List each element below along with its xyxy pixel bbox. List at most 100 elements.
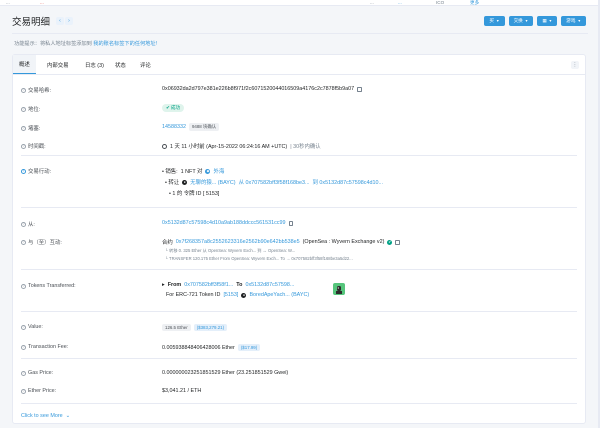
copy-icon[interactable] — [395, 239, 400, 245]
feature-tip-text: 将私人地址标签添加到 — [39, 41, 92, 47]
to-address-link[interactable]: 到 0x5132d87c57598c4d10... — [313, 178, 383, 186]
contract-name: (OpenSea : Wyvern Exchange v2) — [302, 239, 385, 245]
tab-label: 内部交易 — [47, 62, 69, 69]
header-buttons: 买 ▼ 交换 ▼ ▦ ▼ 游戏 ▼ — [484, 16, 586, 26]
topbar-fragment[interactable]: ... — [40, 0, 44, 5]
tokens-line-1: ▸ From 0x707582bff3f58f1... To 0x5132d87c575… — [162, 282, 294, 288]
topbar-fragment[interactable]: 更多 — [470, 0, 479, 5]
feature-tip-link[interactable]: 我的账名标签下的任何地址! — [93, 41, 157, 47]
internal-transfer-2: └ TRANSFER 120.175 Ether From OpenSea: W… — [165, 256, 353, 261]
token-link[interactable]: 无聊的猿... (BAYC) — [190, 178, 235, 186]
see-more-link[interactable]: Click to see More ⌄ — [21, 413, 70, 419]
ape-image-icon — [333, 283, 345, 295]
topbar-fragment[interactable]: ... — [398, 0, 402, 5]
action-sale-qty: 1 NFT 对 — [180, 169, 203, 175]
topbar-fragment[interactable]: ... — [6, 0, 10, 5]
status-label-row: ? 地位: — [21, 105, 40, 113]
help-icon[interactable]: ? — [21, 239, 26, 245]
marketplace-link[interactable]: 外海 — [213, 167, 224, 175]
next-tx-icon[interactable]: › — [65, 17, 74, 25]
page-title: 交易明细 — [12, 17, 51, 28]
section-divider — [21, 269, 577, 270]
help-icon[interactable]: ? — [21, 283, 26, 289]
action-line-tokenid: • 1 的 令牌 ID [ 5153] — [169, 189, 219, 197]
help-icon[interactable]: ? — [21, 143, 26, 149]
tab-internal-txns[interactable]: 内部交易 — [41, 55, 75, 74]
status-label: 地位: — [28, 107, 41, 113]
tx-hash-label: 交易哈希: — [28, 88, 52, 94]
value-usd-badge: ($383,279.21) — [193, 324, 228, 331]
internal-transfer-text: └ TRANSFER 120.175 Ether From OpenSea: W… — [165, 256, 353, 261]
value-label-row: ? Value: — [21, 324, 43, 330]
value-row: 126.5 Ether ($383,279.21) — [162, 324, 228, 331]
tab-state[interactable]: 状态 — [109, 55, 132, 74]
tokens-to-link[interactable]: 0x5132d87c57598... — [245, 282, 294, 288]
block-confirmations-badge: 9488 块确认 — [188, 123, 220, 131]
tokens-for-label: For ERC-721 Token ID — [166, 292, 221, 298]
tokens-from-link[interactable]: 0x707582bff3f58f1... — [184, 282, 233, 288]
eth-price-label: Ether Price: — [28, 388, 57, 394]
lightbulb-icon[interactable]: ! — [21, 168, 26, 174]
gas-row: 0.000000023251851529 Ether (23.251851529… — [162, 370, 288, 376]
tab-logs[interactable]: 日志 (3) — [79, 55, 110, 74]
contract-address-link[interactable]: 0x7f268357a8c2552623316e2562b90e642bb538… — [176, 239, 300, 245]
tab-label: 日志 (3) — [85, 62, 104, 69]
tx-nav-arrows: ‹ › — [56, 17, 74, 25]
interacted-value-row: 合约 0x7f268357a8c2552623316e2562b90e642bb5… — [162, 238, 400, 246]
action-sale-prefix: • 销售: — [162, 169, 178, 175]
fee-usd-badge: ($17.99) — [237, 344, 261, 351]
block-link[interactable]: 14588332 — [162, 124, 186, 130]
help-icon[interactable]: ? — [21, 370, 26, 376]
help-icon[interactable]: ? — [21, 106, 26, 112]
tab-comments[interactable]: 评论 — [134, 55, 157, 74]
help-icon[interactable]: ? — [21, 221, 26, 227]
from-address-link[interactable]: 从 0x707582bff3f58f168be3... — [239, 178, 310, 186]
help-icon[interactable]: ? — [21, 344, 26, 350]
internal-transfer-text: └ 转移 0. 325 Ether 从 OpenSea: Wyvern Exch… — [165, 248, 296, 253]
tab-label: 状态 — [115, 62, 126, 69]
interacted-label-row: ? 与（至）互动: — [21, 238, 62, 246]
action-token-id: • 1 的 令牌 ID [ 5153] — [169, 191, 220, 197]
tokens-from-word: From — [167, 282, 182, 288]
section-divider — [21, 155, 577, 156]
buy-button[interactable]: 买 ▼ — [484, 16, 505, 26]
from-address-link[interactable]: 0x5132d87c57598c4d10a9ab188ddccc561531cc… — [162, 220, 286, 226]
topbar-fragment[interactable]: ... — [370, 0, 374, 5]
see-more-label: Click to see More — [21, 413, 63, 419]
token-name-link[interactable]: BoredApeYach... (BAYC) — [249, 292, 309, 298]
grid-icon: ▦ — [542, 18, 547, 23]
section-divider — [21, 403, 577, 404]
contract-prefix: 合约 — [162, 240, 173, 246]
block-label: 堵塞: — [28, 126, 41, 132]
help-icon[interactable]: ? — [21, 87, 26, 93]
tab-overview[interactable]: 概述 — [13, 55, 36, 74]
grid-button[interactable]: ▦ ▼ — [537, 16, 558, 26]
chevron-down-icon: ▼ — [577, 19, 581, 23]
fee-label-row: ? Transaction Fee: — [21, 344, 68, 350]
help-icon[interactable]: ? — [21, 388, 26, 394]
eth-price-row: $3,041.21 / ETH — [162, 388, 201, 394]
header-divider — [12, 33, 588, 34]
internal-transfer-1: └ 转移 0. 325 Ether 从 OpenSea: Wyvern Exch… — [165, 248, 295, 254]
verified-icon: ✔ — [387, 239, 393, 245]
chevron-down-icon: ▼ — [496, 19, 500, 23]
timestamp-label-row: ? 时间戳: — [21, 142, 46, 150]
chevron-down-icon: ▼ — [548, 19, 553, 23]
action-line-sale: • 销售: 1 NFT 对 ◆ 外海 — [162, 167, 224, 175]
feature-tip: 功能提示：将私人地址标签添加到 我的账名标签下的任何地址! — [14, 40, 157, 47]
help-icon[interactable]: ? — [21, 324, 26, 330]
help-icon[interactable]: ? — [21, 125, 26, 131]
nft-thumbnail[interactable] — [333, 283, 345, 296]
topbar-fragment[interactable]: ICO — [436, 0, 444, 5]
clock-icon — [162, 143, 167, 149]
exchange-button[interactable]: 交换 ▼ — [508, 16, 534, 26]
copy-icon[interactable] — [288, 220, 293, 226]
gas-label-row: ? Gas Price: — [21, 370, 53, 376]
timestamp-value-row: 1 天 11 小时前 (Apr-15-2022 06:24:16 AM +UTC… — [162, 142, 321, 150]
token-id-link[interactable]: [5153] — [223, 292, 238, 298]
copy-icon[interactable] — [357, 86, 362, 92]
gaming-button[interactable]: 游戏 ▼ — [561, 16, 586, 26]
more-options-icon[interactable]: ⋮ — [571, 61, 579, 69]
prev-tx-icon[interactable]: ‹ — [56, 17, 65, 25]
confirmed-within: | 30秒内确认 — [290, 144, 321, 150]
